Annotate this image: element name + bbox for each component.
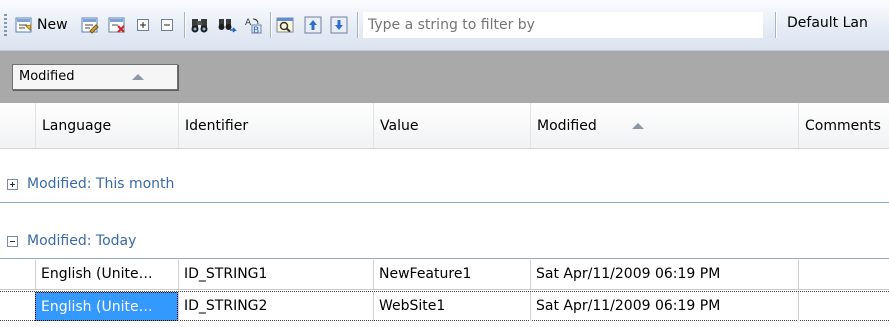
toolbar-separator <box>357 12 359 38</box>
find-next-icon <box>217 15 237 35</box>
expand-icon <box>133 15 153 35</box>
toolbar-grip[interactable] <box>4 14 7 36</box>
group-row-this-month[interactable]: Modified: This month <box>0 165 889 203</box>
sort-ascending-icon <box>632 123 644 129</box>
cell-modified[interactable]: Sat Apr/11/2009 06:19 PM <box>530 292 798 321</box>
replace-icon: AB <box>243 15 263 35</box>
column-header-identifier[interactable]: Identifier <box>178 103 373 148</box>
cell-modified[interactable]: Sat Apr/11/2009 06:19 PM <box>530 260 798 289</box>
binoculars-icon <box>190 15 210 35</box>
column-header-label: Value <box>380 118 419 134</box>
arrow-down-icon <box>329 15 349 35</box>
language-combo[interactable]: Default Lan <box>787 15 868 31</box>
toolbar-separator <box>184 12 186 38</box>
collapse-icon <box>157 15 177 35</box>
svg-text:A: A <box>245 18 252 28</box>
toolbar-separator <box>775 12 777 38</box>
edit-string-button[interactable] <box>80 13 100 37</box>
cell-identifier[interactable]: ID_STRING2 <box>178 292 373 321</box>
cell-language[interactable]: English (Unite… <box>35 292 178 321</box>
sort-ascending-icon <box>132 74 144 80</box>
delete-string-icon <box>107 15 127 35</box>
replace-button[interactable]: AB <box>243 13 263 37</box>
group-divider <box>0 202 889 203</box>
column-header-row: Language Identifier Value Modified Comme… <box>0 103 889 149</box>
group-chip-label: Modified <box>19 69 75 84</box>
filter-input[interactable] <box>363 12 763 38</box>
expand-all-button[interactable] <box>133 13 153 37</box>
group-label: Modified: Today <box>27 233 137 249</box>
table-row[interactable]: English (Unite… ID_STRING1 NewFeature1 S… <box>0 260 889 290</box>
cell-comments[interactable] <box>798 260 889 289</box>
group-by-panel: Modified <box>0 51 889 103</box>
magnifier-document-icon <box>276 15 296 35</box>
cell-value[interactable]: WebSite1 <box>373 292 530 321</box>
toolbar-separator <box>270 12 272 38</box>
cell-identifier[interactable]: ID_STRING1 <box>178 260 373 289</box>
column-header-label: Language <box>42 118 112 134</box>
table-row-selected[interactable]: English (Unite… ID_STRING2 WebSite1 Sat … <box>0 291 889 321</box>
group-row-today[interactable]: Modified: Today <box>0 221 889 259</box>
cell-value[interactable]: NewFeature1 <box>373 260 530 289</box>
group-by-modified-chip[interactable]: Modified <box>12 64 178 90</box>
delete-string-button[interactable] <box>107 13 127 37</box>
column-header-modified[interactable]: Modified <box>530 103 798 148</box>
new-button[interactable]: New <box>14 13 68 37</box>
column-header-language[interactable]: Language <box>35 103 178 148</box>
expand-icon[interactable] <box>7 179 18 190</box>
column-header-value[interactable]: Value <box>373 103 530 148</box>
cell-comments[interactable] <box>798 292 889 321</box>
group-label: Modified: This month <box>27 176 175 192</box>
new-button-label: New <box>37 17 68 33</box>
column-header-comments[interactable]: Comments <box>798 103 889 148</box>
preview-button[interactable] <box>276 13 296 37</box>
arrow-up-icon <box>303 15 323 35</box>
group-divider <box>0 258 889 259</box>
move-up-button[interactable] <box>303 13 323 37</box>
column-header-label: Modified <box>537 118 597 134</box>
move-down-button[interactable] <box>329 13 349 37</box>
toolbar: New AB Type a string to filter by Defaul… <box>0 0 889 51</box>
edit-string-icon <box>80 15 100 35</box>
collapse-icon[interactable] <box>7 236 18 247</box>
column-header-label: Identifier <box>185 118 249 134</box>
column-header-label: Comments <box>805 118 881 134</box>
find-button[interactable] <box>190 13 210 37</box>
cell-language[interactable]: English (Unite… <box>35 260 178 289</box>
find-next-button[interactable] <box>217 13 237 37</box>
new-string-icon <box>14 15 34 35</box>
collapse-all-button[interactable] <box>157 13 177 37</box>
